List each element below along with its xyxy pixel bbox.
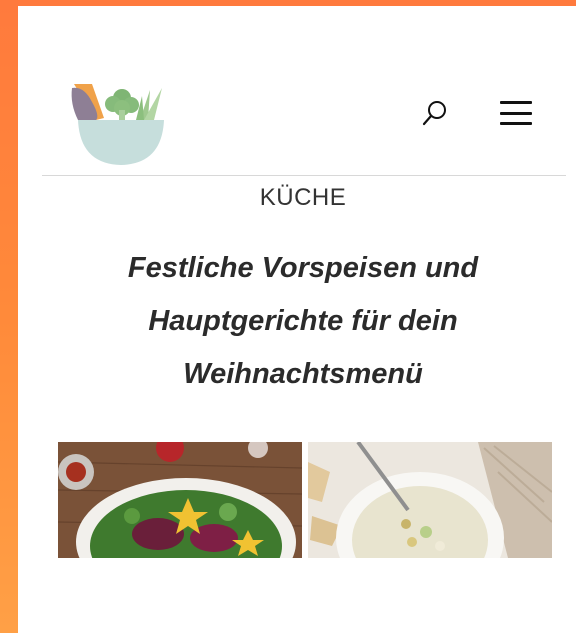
- vegetable-bowl-logo-icon: [71, 84, 164, 165]
- search-button[interactable]: [418, 96, 452, 130]
- soup-photo-icon: [308, 442, 552, 558]
- image-gallery: [58, 442, 552, 558]
- search-icon: [422, 101, 446, 126]
- menu-line-icon: [500, 122, 532, 125]
- page: KÜCHE Festliche Vorspeisen und Hauptgeri…: [18, 6, 576, 633]
- category-label[interactable]: KÜCHE: [18, 184, 576, 212]
- article-title[interactable]: Festliche Vorspeisen und Hauptgerichte f…: [58, 242, 548, 401]
- header-divider: [42, 175, 566, 176]
- soup-image[interactable]: [308, 442, 552, 558]
- hamburger-menu-button[interactable]: [498, 98, 534, 128]
- salad-image[interactable]: [58, 442, 302, 558]
- menu-line-icon: [500, 111, 532, 115]
- menu-line-icon: [500, 101, 532, 104]
- site-logo[interactable]: [70, 80, 174, 166]
- site-header: [18, 6, 576, 176]
- salad-photo-icon: [58, 442, 302, 558]
